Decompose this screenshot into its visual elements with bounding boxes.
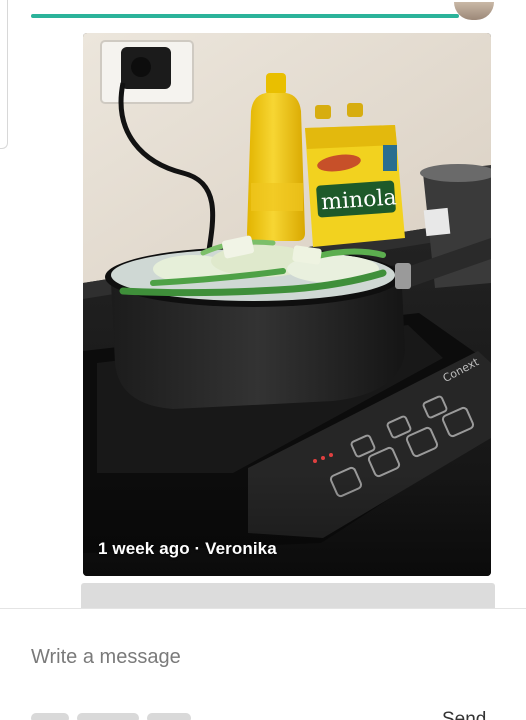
avatar[interactable]: [454, 2, 494, 20]
svg-text:minola: minola: [320, 185, 397, 215]
photo-message[interactable]: minola Conext 1 week ago · Veronika: [83, 33, 491, 576]
message-composer: Send: [0, 608, 526, 720]
side-panel-edge: [0, 0, 8, 149]
chat-screen: minola Conext 1 week ago · Veronika Writ…: [0, 0, 526, 720]
message-photo: minola Conext: [83, 33, 491, 576]
message-timestamp-author: 1 week ago · Veronika: [98, 539, 277, 558]
send-button[interactable]: Send: [442, 709, 486, 720]
message-input[interactable]: [31, 642, 491, 672]
previous-message-divider: [31, 14, 459, 18]
composer-suggestions: [31, 713, 261, 720]
